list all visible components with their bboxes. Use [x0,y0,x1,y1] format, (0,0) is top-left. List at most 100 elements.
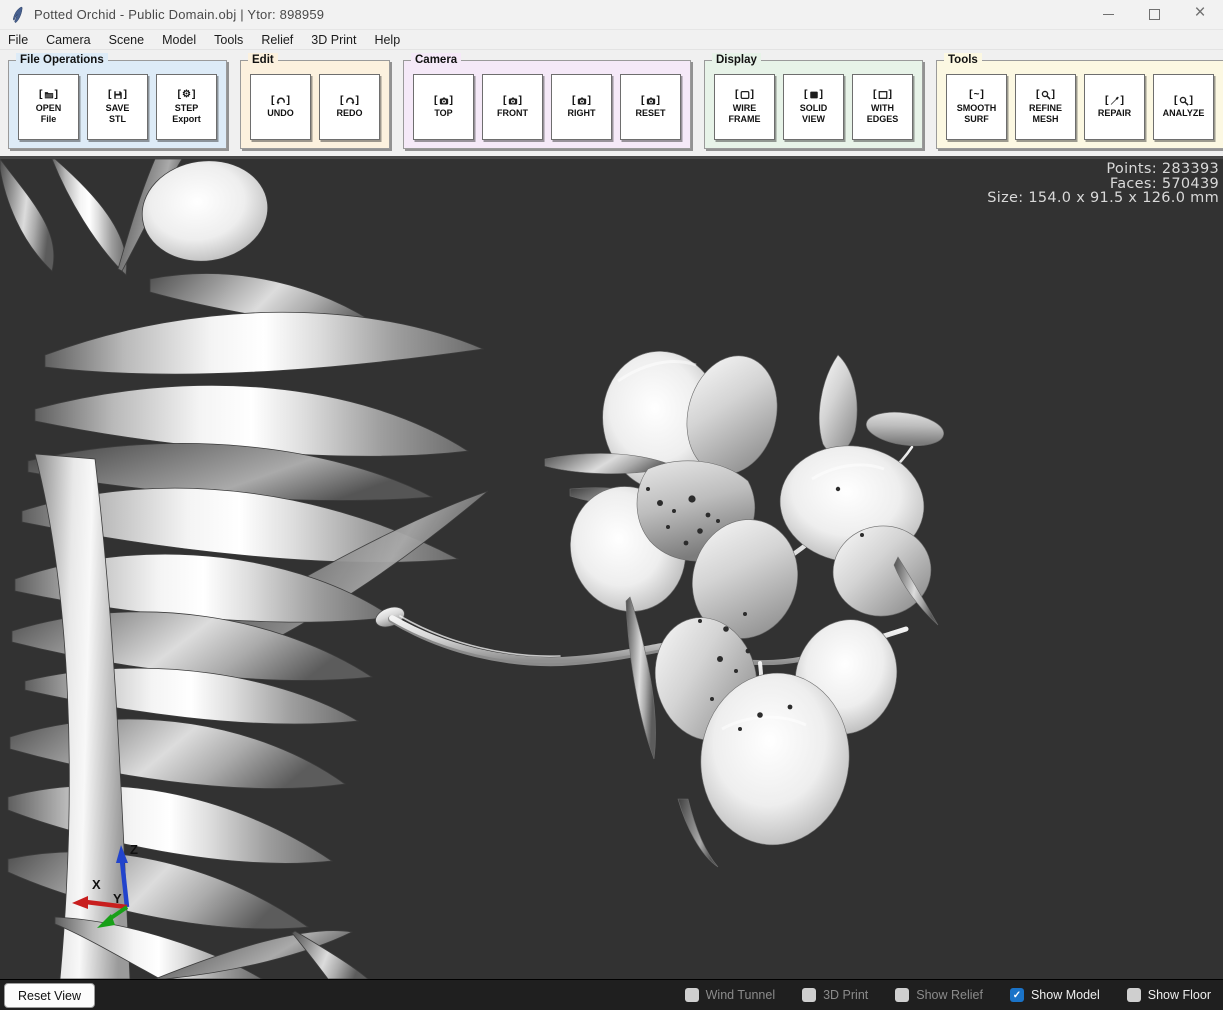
redo-icon [345,96,355,106]
maximize-icon[interactable] [1131,0,1177,29]
feather-icon [10,6,26,24]
button-label: STL [109,114,126,126]
menu-scene[interactable]: Scene [100,33,153,47]
checkbox-label: Show Floor [1148,988,1211,1002]
button-label: Export [172,114,201,126]
button-label: FRAME [729,114,761,126]
repair-icon [1110,96,1120,106]
checkbox-label: Wind Tunnel [706,988,775,1002]
menu-model[interactable]: Model [153,33,205,47]
button-label: STEP [175,103,199,115]
button-label: REDO [336,108,362,120]
menu-help[interactable]: Help [365,33,409,47]
button-reset[interactable]: []RESET [620,74,681,140]
stats-size: Size: 154.0 x 91.5 x 126.0 mm [987,191,1219,206]
menu-3d-print[interactable]: 3D Print [302,33,365,47]
button-redo[interactable]: []REDO [319,74,380,140]
button-save-stl[interactable]: []SAVESTL [87,74,148,140]
button-label: UNDO [267,108,294,120]
magnifier-icon [1179,96,1189,106]
status-bar: Reset View Wind Tunnel 3D Print Show Relie… [0,979,1223,1010]
checkbox-row: Wind Tunnel 3D Print Show Relief ✓ Show Mode… [685,980,1211,1010]
button-refine-mesh[interactable]: []REFINEMESH [1015,74,1076,140]
save-floppy-icon [113,90,123,100]
toolbar: File Operations []OPENFile[]SAVESTL[⚙]STE… [0,50,1223,159]
button-step-export[interactable]: [⚙]STEPExport [156,74,217,140]
checkbox-box-wind-tunnel[interactable] [685,988,699,1002]
checkbox-box-show-model[interactable]: ✓ [1010,988,1024,1002]
button-label: OPEN [36,103,62,115]
group-label-tools: Tools [944,53,982,67]
menu-camera[interactable]: Camera [37,33,99,47]
menu-file[interactable]: File [8,33,37,47]
group-tools: Tools[~]SMOOTHSURF[]REFINEMESH[]REPAIR[]… [936,60,1223,149]
gear-icon: ⚙ [182,88,191,101]
open-folder-icon [44,90,54,100]
button-wire-frame[interactable]: []WIREFRAME [714,74,775,140]
button-right[interactable]: []RIGHT [551,74,612,140]
button-label: SAVE [106,103,130,115]
menu-bar: FileCameraSceneModelToolsRelief3D PrintH… [0,30,1223,50]
axis-label-x: X [92,877,101,892]
camera-icon [646,96,656,106]
button-front[interactable]: []FRONT [482,74,543,140]
axis-label-z: Z [130,842,138,857]
checkbox-box-3d-print[interactable] [802,988,816,1002]
minimize-icon[interactable] [1085,0,1131,29]
tilde-icon: ~ [974,88,980,101]
orchid-model: Z X Y [0,159,1223,979]
camera-icon [577,96,587,106]
group-label-edit: Edit [248,53,278,67]
checkbox-show-model[interactable]: ✓ Show Model [1010,988,1100,1002]
viewport-3d[interactable]: Z X Y Points: 283393 Faces: 570439 Size:… [0,159,1223,979]
group-label-display: Display [712,53,761,67]
button-label: REPAIR [1098,108,1131,120]
menu-tools[interactable]: Tools [205,33,252,47]
button-label: VIEW [802,114,825,126]
window-controls [1085,0,1223,29]
button-label: MESH [1032,114,1058,126]
button-top[interactable]: []TOP [413,74,474,140]
stats-points: Points: 283393 [987,162,1219,177]
checkbox-show-relief[interactable]: Show Relief [895,988,983,1002]
checkbox-label: Show Model [1031,988,1100,1002]
close-icon[interactable] [1177,0,1223,29]
checkbox-label: 3D Print [823,988,868,1002]
checkbox-label: Show Relief [916,988,983,1002]
stats-faces: Faces: 570439 [987,177,1219,192]
undo-icon [276,96,286,106]
checkbox-box-show-floor[interactable] [1127,988,1141,1002]
group-display: Display[]WIREFRAME[]SOLIDVIEW[]WITHEDGES [704,60,923,149]
group-camera: Camera[]TOP[]FRONT[]RIGHT[]RESET [403,60,691,149]
checkbox-3d-print[interactable]: 3D Print [802,988,868,1002]
button-label: REFINE [1029,103,1062,115]
window-title: Potted Orchid - Public Domain.obj | Ytor… [34,7,324,22]
button-label: TOP [434,108,452,120]
button-label: RIGHT [568,108,596,120]
edges-icon [878,90,888,100]
wireframe-icon [740,90,750,100]
button-smooth-surf[interactable]: [~]SMOOTHSURF [946,74,1007,140]
reset-view-button[interactable]: Reset View [4,983,95,1008]
checkbox-show-floor[interactable]: Show Floor [1127,988,1211,1002]
button-repair[interactable]: []REPAIR [1084,74,1145,140]
group-label-camera: Camera [411,53,461,67]
button-label: RESET [635,108,665,120]
checkbox-box-show-relief[interactable] [895,988,909,1002]
button-label: SURF [964,114,989,126]
button-label: ANALYZE [1163,108,1205,120]
button-open-file[interactable]: []OPENFile [18,74,79,140]
button-undo[interactable]: []UNDO [250,74,311,140]
button-label: WITH [871,103,894,115]
button-label: WIRE [733,103,757,115]
button-with-edges[interactable]: []WITHEDGES [852,74,913,140]
button-label: File [41,114,57,126]
checkbox-wind-tunnel[interactable]: Wind Tunnel [685,988,775,1002]
group-edit: Edit[]UNDO[]REDO [240,60,390,149]
button-solid-view[interactable]: []SOLIDVIEW [783,74,844,140]
title-bar: Potted Orchid - Public Domain.obj | Ytor… [0,0,1223,30]
button-analyze[interactable]: []ANALYZE [1153,74,1214,140]
menu-relief[interactable]: Relief [252,33,302,47]
camera-icon [439,96,449,106]
group-label-file-operations: File Operations [16,53,108,67]
